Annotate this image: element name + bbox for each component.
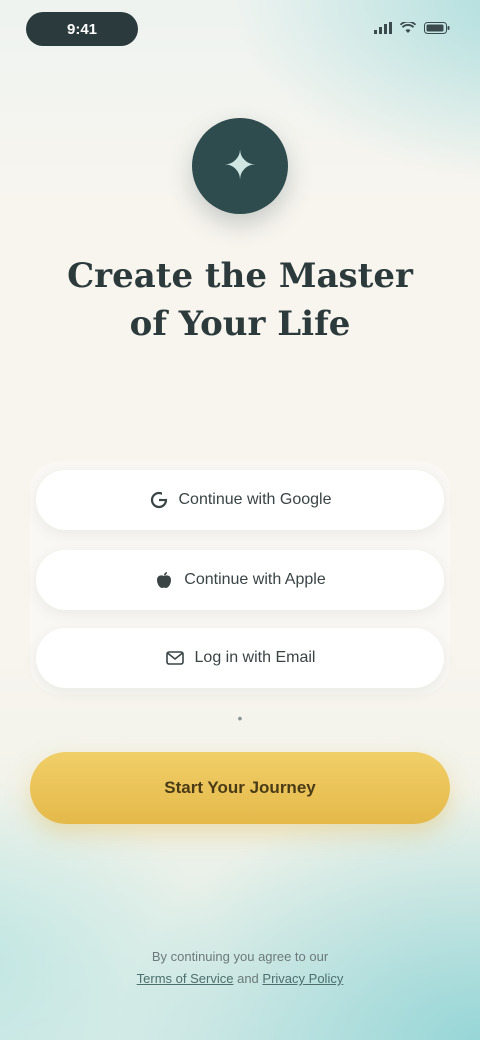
continue-with-google-label: Continue with Google: [178, 491, 332, 508]
continue-with-apple-label: Continue with Apple: [184, 571, 326, 588]
start-journey-label: Start Your Journey: [164, 778, 316, 797]
app-logo: ✦: [192, 118, 288, 214]
continue-with-google-button[interactable]: Continue with Google: [36, 470, 444, 530]
status-icons: [374, 20, 450, 39]
status-bar: 9:41: [0, 12, 480, 48]
page-title: Create the Master of Your Life: [40, 252, 440, 348]
terms-link[interactable]: Terms of Service: [137, 971, 234, 986]
continue-with-apple-button[interactable]: Continue with Apple: [36, 550, 444, 610]
privacy-link[interactable]: Privacy Policy: [262, 971, 343, 986]
wifi-icon: [399, 20, 417, 39]
signal-icon: [374, 21, 392, 39]
legal-text: By continuing you agree to our: [151, 949, 329, 964]
login-with-email-label: Log in with Email: [194, 649, 316, 666]
login-with-email-button[interactable]: Log in with Email: [36, 628, 444, 688]
battery-icon: [424, 21, 450, 39]
title-line-2: of Your Life: [129, 304, 351, 344]
legal-and: and: [237, 971, 259, 986]
title-line-1: Create the Master: [67, 256, 413, 296]
apple-icon: [154, 571, 174, 589]
app-logo-icon: ✦: [223, 143, 257, 189]
legal-footer: By continuing you agree to our Terms of …: [60, 946, 420, 990]
mail-icon: [165, 651, 185, 665]
divider-dot: •: [237, 710, 243, 726]
legal-links: Terms of Service and Privacy Policy: [60, 968, 420, 990]
google-icon: [149, 491, 169, 509]
status-time: 9:41: [26, 12, 138, 46]
start-journey-button[interactable]: Start Your Journey: [30, 752, 450, 824]
